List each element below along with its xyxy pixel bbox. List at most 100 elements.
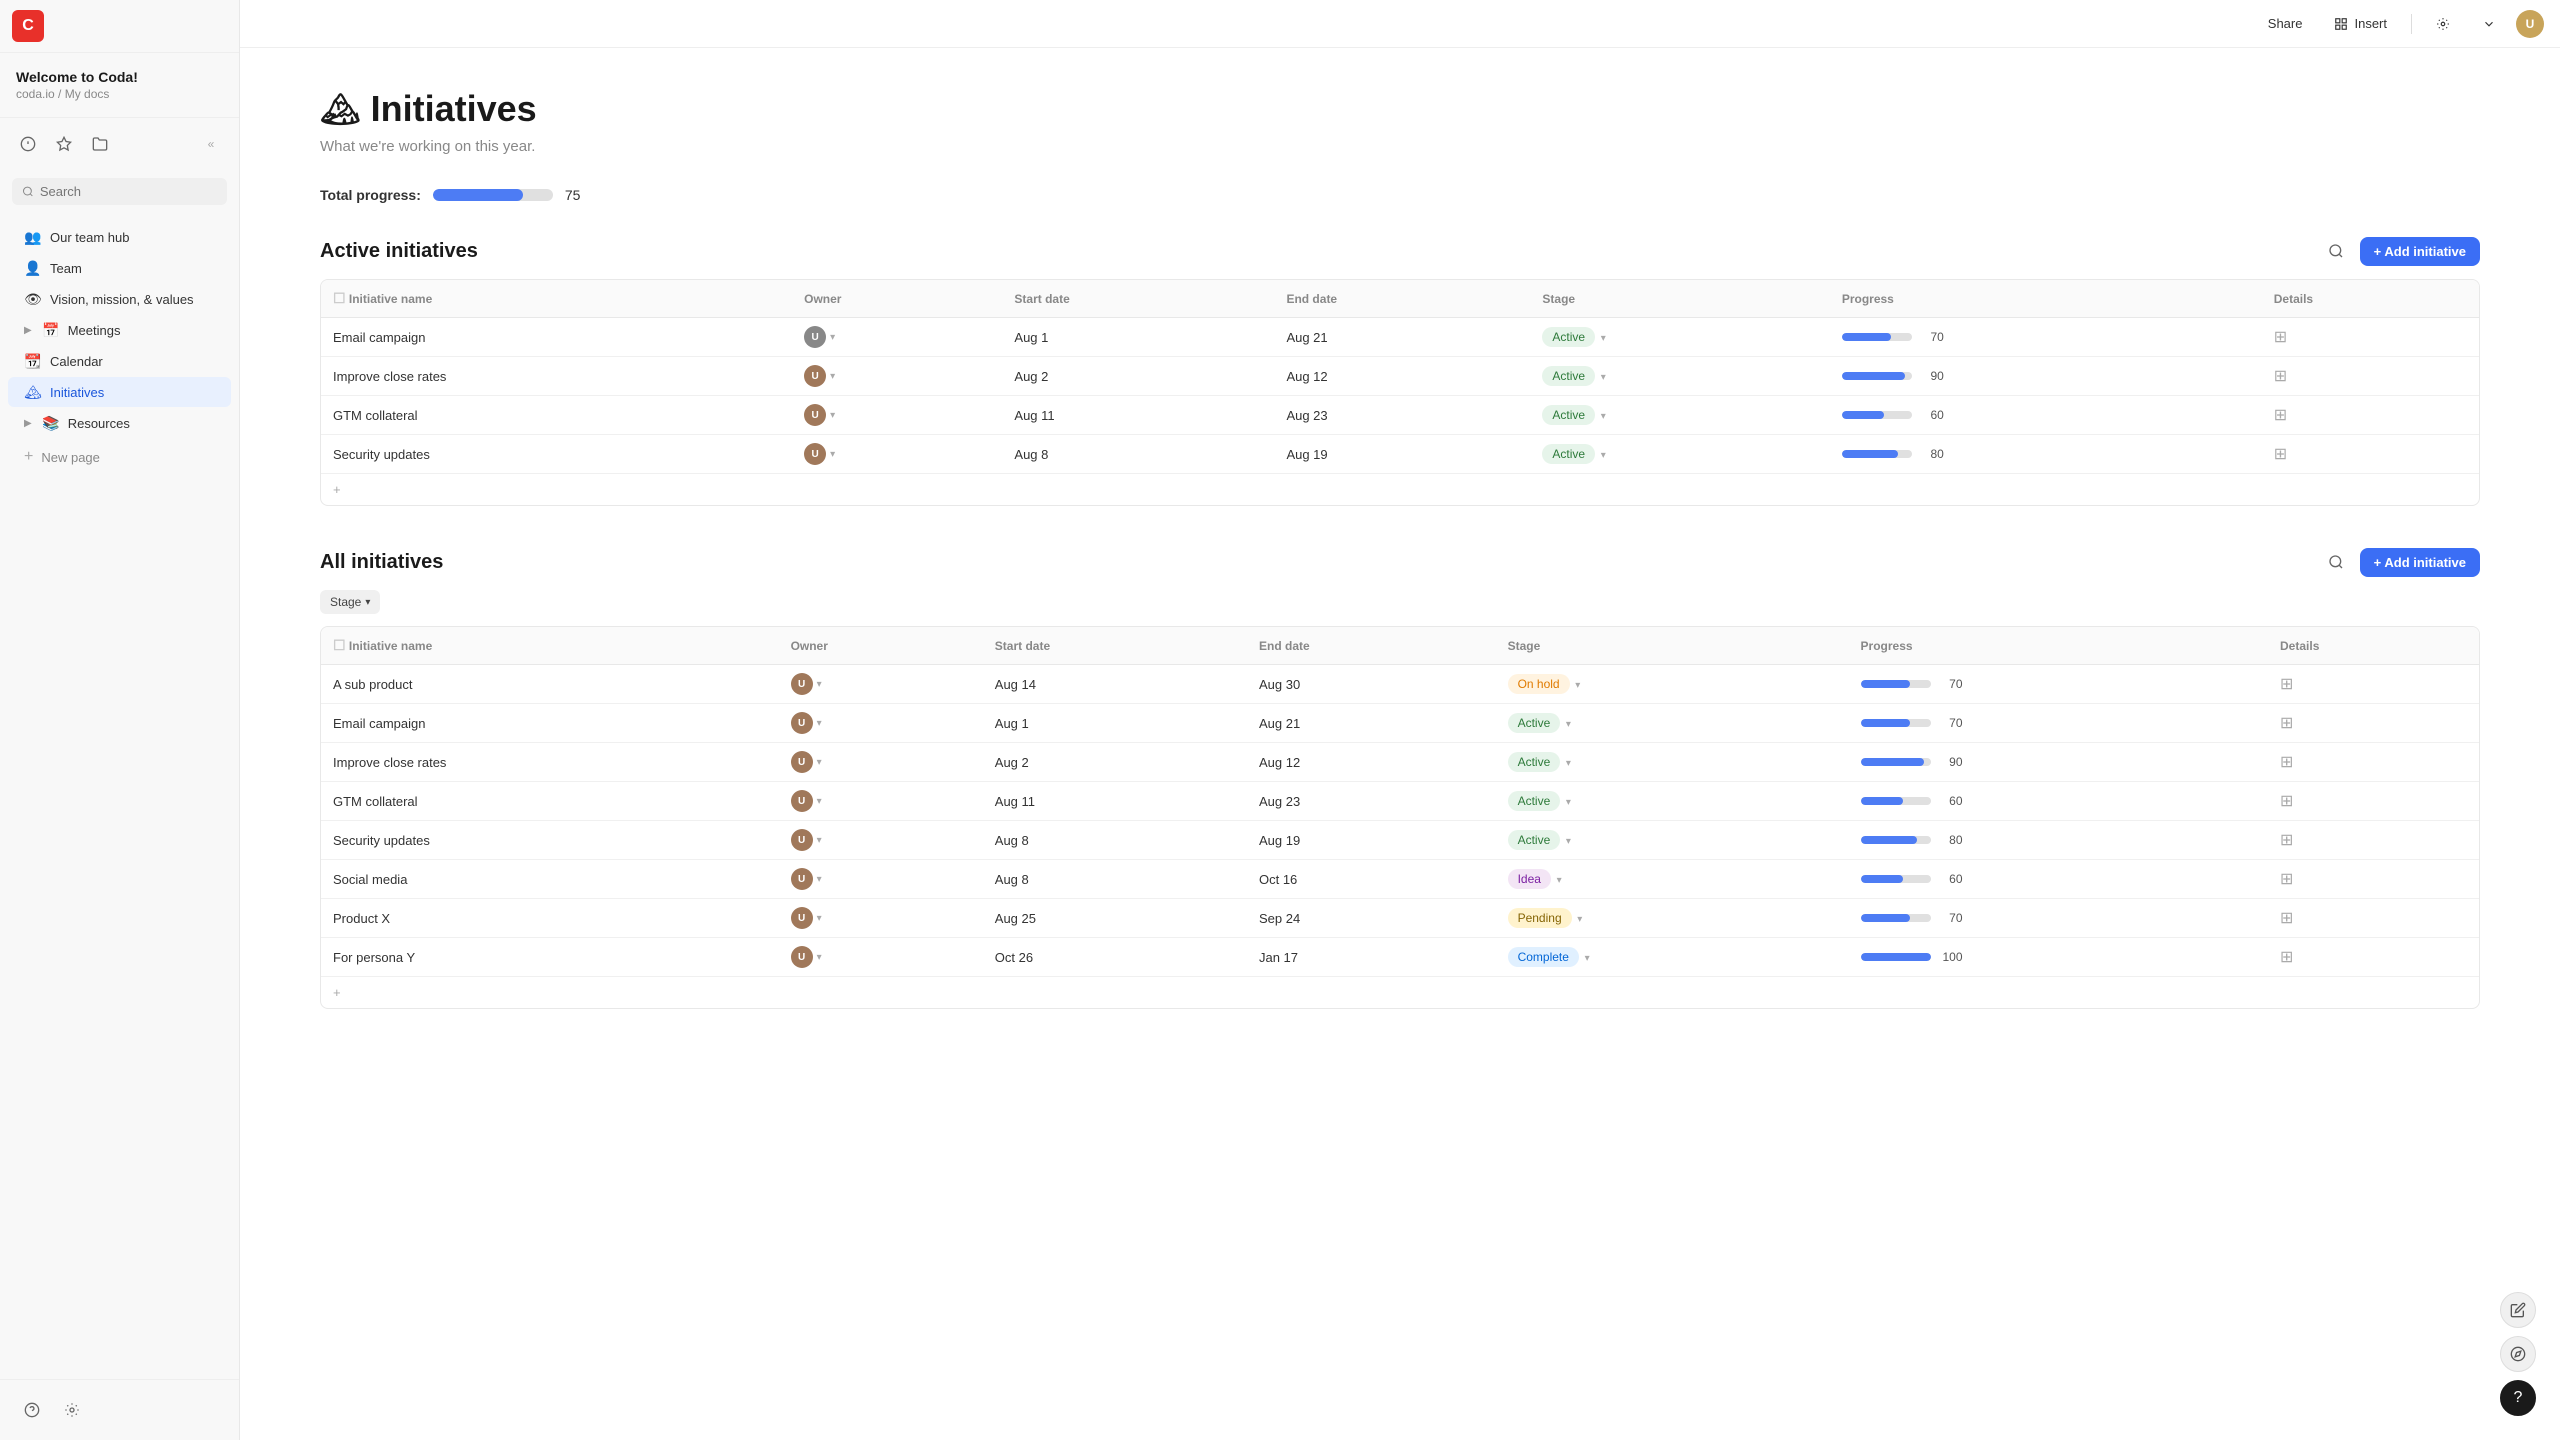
details-cell[interactable]: ⊞ [2268,860,2479,899]
stage-cell[interactable]: Active ▾ [1496,821,1849,860]
details-icon[interactable]: ⊞ [2280,793,2293,810]
stage-dropdown-arrow[interactable]: ▾ [1601,372,1606,383]
owner-dropdown-arrow[interactable]: ▾ [817,757,822,768]
sidebar-item-team[interactable]: 👤 Team [8,253,231,283]
sidebar-item-our-team-hub[interactable]: 👥 Our team hub [8,222,231,252]
insert-button[interactable]: Insert [2322,10,2399,37]
active-search-button[interactable] [2320,235,2352,267]
sidebar-settings-icon[interactable] [56,1394,88,1426]
owner-dropdown-arrow[interactable]: ▾ [830,410,835,421]
sidebar-folder-icon[interactable] [84,128,116,160]
stage-dropdown-arrow[interactable]: ▾ [1577,914,1582,925]
details-icon[interactable]: ⊞ [2280,949,2293,966]
owner-dropdown-arrow[interactable]: ▾ [830,371,835,382]
all-search-button[interactable] [2320,546,2352,578]
user-avatar[interactable]: U [2516,10,2544,38]
owner-cell[interactable]: U ▾ [779,704,983,743]
owner-dropdown-arrow[interactable]: ▾ [817,679,822,690]
stage-cell[interactable]: Idea ▾ [1496,860,1849,899]
owner-dropdown-arrow[interactable]: ▾ [817,874,822,885]
details-cell[interactable]: ⊞ [2268,782,2479,821]
sidebar-home-icon[interactable] [12,128,44,160]
details-cell[interactable]: ⊞ [2268,665,2479,704]
stage-dropdown-arrow[interactable]: ▾ [1585,953,1590,964]
owner-cell[interactable]: U ▾ [779,938,983,977]
owner-cell[interactable]: U ▾ [779,899,983,938]
user-menu-button[interactable] [2470,11,2508,37]
stage-cell[interactable]: Complete ▾ [1496,938,1849,977]
search-wrap[interactable] [12,178,227,205]
stage-dropdown-arrow[interactable]: ▾ [1557,875,1562,886]
details-cell[interactable]: ⊞ [2262,357,2479,396]
all-add-initiative-button[interactable]: + Add initiative [2360,548,2480,577]
active-add-row[interactable]: + [321,474,2479,506]
owner-dropdown-arrow[interactable]: ▾ [830,449,835,460]
sidebar-item-calendar[interactable]: 📆 Calendar [8,346,231,376]
owner-cell[interactable]: U ▾ [779,782,983,821]
sidebar-help-icon[interactable] [16,1394,48,1426]
settings-button[interactable] [2424,11,2462,37]
stage-dropdown-arrow[interactable]: ▾ [1566,758,1571,769]
sidebar-item-initiatives[interactable]: 🏔 Initiatives [8,377,231,407]
stage-filter-button[interactable]: Stage ▾ [320,590,380,614]
details-icon[interactable]: ⊞ [2280,715,2293,732]
owner-cell[interactable]: U ▾ [792,357,1002,396]
stage-cell[interactable]: Active ▾ [1496,704,1849,743]
sidebar-collapse-icon[interactable]: « [195,128,227,160]
stage-dropdown-arrow[interactable]: ▾ [1566,797,1571,808]
stage-dropdown-arrow[interactable]: ▾ [1601,411,1606,422]
details-icon[interactable]: ⊞ [2280,676,2293,693]
owner-dropdown-arrow[interactable]: ▾ [817,718,822,729]
owner-cell[interactable]: U ▾ [779,665,983,704]
owner-cell[interactable]: U ▾ [792,396,1002,435]
owner-dropdown-arrow[interactable]: ▾ [817,796,822,807]
details-cell[interactable]: ⊞ [2262,318,2479,357]
details-icon[interactable]: ⊞ [2280,754,2293,771]
details-icon[interactable]: ⊞ [2274,368,2287,385]
sidebar-star-icon[interactable] [48,128,80,160]
sidebar-item-meetings[interactable]: ▶ 📅 Meetings [8,315,231,345]
details-icon[interactable]: ⊞ [2280,910,2293,927]
stage-dropdown-arrow[interactable]: ▾ [1566,719,1571,730]
stage-dropdown-arrow[interactable]: ▾ [1601,333,1606,344]
share-button[interactable]: Share [2256,10,2315,37]
all-add-row[interactable]: + [321,977,2479,1009]
details-cell[interactable]: ⊞ [2268,899,2479,938]
stage-cell[interactable]: Active ▾ [1530,396,1829,435]
owner-cell[interactable]: U ▾ [792,435,1002,474]
details-icon[interactable]: ⊞ [2274,329,2287,346]
stage-dropdown-arrow[interactable]: ▾ [1575,680,1580,691]
details-cell[interactable]: ⊞ [2262,396,2479,435]
details-icon[interactable]: ⊞ [2280,871,2293,888]
search-input[interactable] [40,184,217,199]
owner-cell[interactable]: U ▾ [779,743,983,782]
fab-help[interactable]: ? [2500,1380,2536,1416]
stage-cell[interactable]: Active ▾ [1530,318,1829,357]
new-page-button[interactable]: + New page [8,442,231,472]
details-icon[interactable]: ⊞ [2280,832,2293,849]
details-cell[interactable]: ⊞ [2268,704,2479,743]
stage-cell[interactable]: Active ▾ [1530,357,1829,396]
stage-cell[interactable]: Pending ▾ [1496,899,1849,938]
details-icon[interactable]: ⊞ [2274,446,2287,463]
stage-cell[interactable]: Active ▾ [1496,743,1849,782]
details-cell[interactable]: ⊞ [2268,821,2479,860]
details-icon[interactable]: ⊞ [2274,407,2287,424]
details-cell[interactable]: ⊞ [2268,938,2479,977]
owner-dropdown-arrow[interactable]: ▾ [817,913,822,924]
owner-cell[interactable]: U ▾ [792,318,1002,357]
fab-compass[interactable] [2500,1336,2536,1372]
owner-dropdown-arrow[interactable]: ▾ [830,332,835,343]
details-cell[interactable]: ⊞ [2262,435,2479,474]
stage-cell[interactable]: Active ▾ [1496,782,1849,821]
details-cell[interactable]: ⊞ [2268,743,2479,782]
owner-dropdown-arrow[interactable]: ▾ [817,952,822,963]
stage-dropdown-arrow[interactable]: ▾ [1601,450,1606,461]
sidebar-item-resources[interactable]: ▶ 📚 Resources [8,408,231,438]
sidebar-item-vision[interactable]: 👁 Vision, mission, & values [8,284,231,314]
active-add-initiative-button[interactable]: + Add initiative [2360,237,2480,266]
stage-cell[interactable]: Active ▾ [1530,435,1829,474]
owner-cell[interactable]: U ▾ [779,860,983,899]
stage-cell[interactable]: On hold ▾ [1496,665,1849,704]
owner-dropdown-arrow[interactable]: ▾ [817,835,822,846]
